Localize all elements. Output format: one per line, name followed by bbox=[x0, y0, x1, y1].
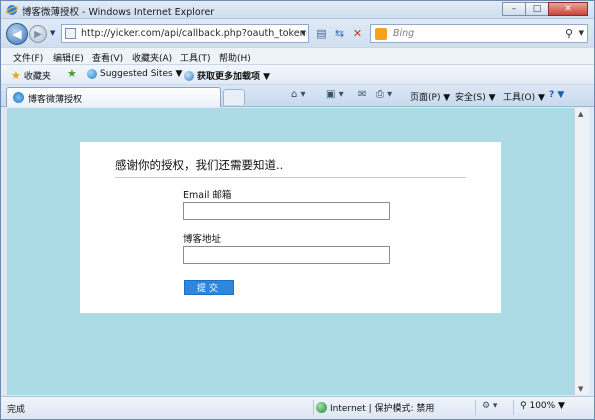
mail-icon[interactable]: ✉ bbox=[358, 89, 366, 100]
url-dropdown-icon[interactable]: ▼ bbox=[301, 29, 306, 37]
security-zone[interactable]: Internet | 保护模式: 禁用 bbox=[316, 401, 434, 414]
search-dropdown-icon[interactable]: ▼ bbox=[579, 29, 584, 37]
status-divider bbox=[313, 400, 314, 415]
feeds-icon[interactable]: ▣ ▾ bbox=[326, 89, 344, 100]
zoom-level: 100% ▼ bbox=[529, 401, 565, 411]
internet-zone-icon bbox=[316, 402, 327, 413]
zoom-control[interactable]: ⚲ 100% ▼ bbox=[520, 401, 565, 411]
suggested-sites-icon bbox=[87, 69, 97, 79]
tab-page-icon bbox=[13, 92, 24, 103]
url-field[interactable]: http://yicker.com/api/callback.php?oauth… bbox=[81, 28, 307, 39]
page-menu[interactable]: 页面(P) ▼ bbox=[410, 90, 450, 103]
favorites-button[interactable]: ★ 收藏夹 bbox=[11, 69, 51, 82]
menu-tools[interactable]: 工具(T) bbox=[180, 51, 211, 64]
menu-favorites[interactable]: 收藏夹(A) bbox=[132, 51, 172, 64]
tab-active[interactable]: 博客微薄授权 bbox=[6, 87, 221, 107]
menu-bar: 文件(F) 编辑(E) 查看(V) 收藏夹(A) 工具(T) 帮助(H) bbox=[1, 47, 594, 65]
status-text: 完成 bbox=[7, 405, 26, 415]
blog-address-field[interactable] bbox=[183, 246, 390, 264]
window-title: 博客微薄授权 - Windows Internet Explorer bbox=[22, 7, 215, 18]
arrow-left-icon: ◀ bbox=[12, 27, 22, 41]
refresh-icon[interactable]: ⇆ bbox=[331, 25, 348, 42]
address-row: ◀ ▶ ▼ http://yicker.com/api/callback.php… bbox=[1, 20, 594, 47]
tab-row: 博客微薄授权 ⌂ ▾ ▣ ▾ ✉ ⎙ ▾ 页面(P) ▼ 安全(S) ▼ 工具(… bbox=[1, 85, 594, 107]
menu-edit[interactable]: 编辑(E) bbox=[53, 51, 84, 64]
auth-form-card: 感谢你的授权，我们还需要知道.. Email 邮箱 博客地址 提交 bbox=[80, 142, 501, 313]
page-icon bbox=[65, 28, 76, 39]
add-favorites-button[interactable]: ★ bbox=[67, 67, 80, 80]
status-divider bbox=[475, 400, 476, 415]
favorites-label: 收藏夹 bbox=[23, 72, 51, 82]
scroll-up-icon[interactable]: ▲ bbox=[578, 110, 583, 118]
addons-icon bbox=[184, 70, 194, 81]
address-bar[interactable]: http://yicker.com/api/callback.php?oauth… bbox=[61, 24, 309, 43]
get-addons-label: 获取更多加载项 ▼ bbox=[197, 72, 271, 82]
close-button[interactable]: ✕ bbox=[548, 2, 588, 16]
title-bar: 博客微薄授权 - Windows Internet Explorer – □ ✕ bbox=[1, 1, 594, 19]
maximize-button[interactable]: □ bbox=[525, 2, 549, 16]
address-tools: ▤ ⇆ ✕ bbox=[313, 25, 367, 42]
form-heading: 感谢你的授权，我们还需要知道.. bbox=[115, 158, 284, 172]
help-icon[interactable]: ? ▼ bbox=[549, 90, 564, 100]
history-dropdown-icon[interactable]: ▼ bbox=[50, 29, 55, 37]
vertical-scrollbar[interactable]: ▲ ▼ bbox=[574, 108, 589, 395]
search-input[interactable]: Bing bbox=[393, 28, 414, 39]
status-bar: 完成 Internet | 保护模式: 禁用 ⚙ ▾ ⚲ 100% ▼ bbox=[1, 396, 594, 419]
suggested-sites-link[interactable]: Suggested Sites ▼ bbox=[87, 69, 182, 79]
safety-menu[interactable]: 安全(S) ▼ bbox=[455, 90, 496, 103]
suggested-sites-label: Suggested Sites ▼ bbox=[100, 69, 183, 79]
blog-address-label: 博客地址 bbox=[183, 234, 222, 245]
pop-up-settings-icon[interactable]: ⚙ ▾ bbox=[482, 401, 497, 411]
menu-file[interactable]: 文件(F) bbox=[13, 51, 43, 64]
scroll-down-icon[interactable]: ▼ bbox=[578, 385, 583, 393]
status-divider bbox=[513, 400, 514, 415]
compatibility-view-icon[interactable]: ▤ bbox=[313, 25, 330, 42]
stop-icon[interactable]: ✕ bbox=[349, 25, 366, 42]
submit-button[interactable]: 提交 bbox=[184, 280, 234, 295]
menu-help[interactable]: 帮助(H) bbox=[219, 51, 251, 64]
tools-menu[interactable]: 工具(O) ▼ bbox=[503, 90, 545, 103]
back-button[interactable]: ◀ bbox=[6, 23, 28, 45]
bing-icon bbox=[375, 28, 387, 40]
email-label: Email 邮箱 bbox=[183, 190, 232, 201]
search-box[interactable]: Bing ⚲ ▼ bbox=[370, 24, 588, 43]
browser-window: 博客微薄授权 - Windows Internet Explorer – □ ✕… bbox=[0, 0, 595, 420]
print-icon[interactable]: ⎙ ▾ bbox=[376, 89, 392, 100]
ie-logo-icon bbox=[6, 5, 18, 15]
minimize-button[interactable]: – bbox=[502, 2, 526, 16]
search-icon[interactable]: ⚲ bbox=[565, 27, 573, 40]
forward-button[interactable]: ▶ bbox=[29, 25, 47, 43]
tab-label: 博客微薄授权 bbox=[28, 95, 83, 105]
window-controls: – □ ✕ bbox=[502, 2, 588, 16]
home-icon[interactable]: ⌂ ▾ bbox=[291, 89, 306, 100]
zone-label: Internet | 保护模式: 禁用 bbox=[330, 404, 435, 414]
arrow-right-icon: ▶ bbox=[34, 28, 42, 40]
favorites-bar: ★ 收藏夹 ★ Suggested Sites ▼ 获取更多加载项 ▼ bbox=[1, 65, 594, 85]
menu-view[interactable]: 查看(V) bbox=[92, 51, 123, 64]
new-tab-button[interactable] bbox=[223, 89, 245, 105]
zoom-icon: ⚲ bbox=[520, 401, 527, 411]
add-favorite-icon: ★ bbox=[67, 67, 77, 80]
email-field[interactable] bbox=[183, 202, 390, 220]
star-icon: ★ bbox=[11, 69, 21, 82]
heading-divider bbox=[115, 177, 466, 178]
get-addons-link[interactable]: 获取更多加载项 ▼ bbox=[184, 69, 270, 82]
